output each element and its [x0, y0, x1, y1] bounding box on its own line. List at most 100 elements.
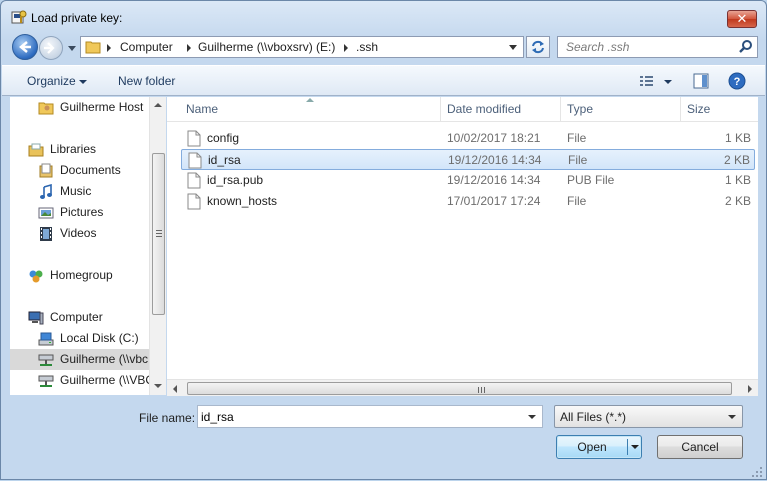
navigation-pane: Guilherme Host Libraries Documents Music…: [10, 97, 165, 395]
file-date: 17/01/2017 17:24: [447, 194, 541, 208]
view-options-dropdown-icon[interactable]: [664, 80, 672, 84]
scrollbar-thumb[interactable]: [187, 382, 732, 395]
cancel-button[interactable]: Cancel: [657, 435, 743, 459]
breadcrumb-separator-icon[interactable]: [344, 44, 348, 52]
sidebar-item-label: Guilherme Host: [60, 100, 144, 114]
breadcrumb-ssh[interactable]: .ssh: [356, 40, 378, 54]
scroll-right-icon[interactable]: [748, 385, 752, 393]
sidebar-item-label: Guilherme (\\vbc: [60, 352, 149, 366]
scroll-down-icon[interactable]: [154, 384, 162, 388]
file-name-input[interactable]: [201, 408, 511, 425]
column-header-date[interactable]: Date modified: [447, 102, 521, 116]
sidebar-item-label: Guilherme (\\VBC: [60, 373, 155, 387]
column-header-size[interactable]: Size: [687, 102, 710, 116]
open-options-dropdown-icon[interactable]: [631, 445, 639, 449]
preview-pane-icon[interactable]: [692, 72, 710, 90]
sidebar-item-pictures[interactable]: Pictures: [38, 202, 164, 223]
file-icon: [187, 172, 201, 189]
putty-key-icon: [11, 10, 27, 24]
back-arrow-icon: [19, 41, 31, 53]
sidebar-item-music[interactable]: Music: [38, 181, 164, 202]
file-dialog-window: Load private key: ✕ Computer Guilherme (…: [0, 0, 767, 480]
sidebar-item-label: Homegroup: [50, 268, 113, 282]
sidebar-item-computer[interactable]: Computer: [28, 307, 164, 328]
column-header-row: Name Date modified Type Size: [167, 97, 758, 122]
sidebar-item-network-drive-selected[interactable]: Guilherme (\\vbc: [10, 349, 158, 370]
refresh-icon: [532, 40, 544, 54]
sidebar-item-homegroup[interactable]: Homegroup: [28, 265, 164, 286]
search-input[interactable]: Search .ssh: [566, 40, 629, 54]
search-box[interactable]: Search .ssh: [557, 36, 758, 58]
column-divider[interactable]: [680, 97, 681, 122]
breadcrumb-drive[interactable]: Guilherme (\\vboxsrv) (E:): [198, 40, 335, 54]
documents-icon: [39, 163, 53, 178]
libraries-icon: [28, 143, 44, 157]
column-header-type[interactable]: Type: [567, 102, 593, 116]
homegroup-icon: [29, 270, 43, 283]
organize-dropdown-icon[interactable]: [79, 80, 87, 84]
sidebar-item-guilherme-host[interactable]: Guilherme Host: [38, 97, 164, 118]
sidebar-item-local-disk[interactable]: Local Disk (C:): [38, 328, 164, 349]
breadcrumb-separator-icon[interactable]: [107, 44, 111, 52]
file-list-horizontal-scrollbar[interactable]: [167, 379, 758, 396]
column-header-name[interactable]: Name: [186, 102, 218, 116]
grip-icon: [156, 230, 162, 237]
forward-button[interactable]: [39, 36, 63, 60]
music-icon: [40, 184, 52, 199]
file-row[interactable]: known_hosts 17/01/2017 17:24 File 2 KB: [181, 191, 755, 212]
file-type: File: [568, 153, 588, 167]
new-folder-button[interactable]: New folder: [118, 74, 175, 88]
file-name-combobox[interactable]: [197, 405, 543, 428]
sidebar-item-documents[interactable]: Documents: [38, 160, 164, 181]
sidebar-scrollbar[interactable]: [149, 97, 166, 395]
search-icon[interactable]: [738, 39, 754, 55]
file-type-filter-select[interactable]: All Files (*.*): [554, 405, 743, 428]
scroll-left-icon[interactable]: [173, 385, 177, 393]
title-bar: Load private key: ✕: [1, 1, 766, 31]
file-type: File: [567, 194, 587, 208]
sidebar-item-videos[interactable]: Videos: [38, 223, 164, 244]
address-bar[interactable]: Computer Guilherme (\\vboxsrv) (E:) .ssh: [80, 36, 524, 58]
open-button-label: Open: [577, 440, 607, 454]
breadcrumb-separator-icon[interactable]: [187, 44, 191, 52]
recent-pages-dropdown-icon[interactable]: [68, 44, 76, 52]
file-row[interactable]: id_rsa.pub 19/12/2016 14:34 PUB File 1 K…: [181, 170, 755, 191]
folder-icon: [85, 41, 101, 54]
file-size: 1 KB: [724, 131, 751, 145]
file-size: 1 KB: [724, 173, 751, 187]
file-name-label: File name:: [139, 411, 196, 425]
column-divider[interactable]: [560, 97, 561, 122]
file-name-dropdown-icon[interactable]: [528, 415, 536, 419]
grip-icon: [478, 387, 485, 393]
user-folder-icon: [38, 102, 54, 115]
file-name: config: [207, 131, 240, 145]
close-button[interactable]: ✕: [727, 10, 757, 28]
address-dropdown-icon[interactable]: [509, 45, 517, 50]
change-view-icon[interactable]: [638, 72, 656, 90]
file-size: 2 KB: [724, 194, 751, 208]
sidebar-item-libraries[interactable]: Libraries: [28, 139, 164, 160]
sidebar-item-label: Documents: [60, 163, 121, 177]
organize-menu[interactable]: Organize: [27, 74, 76, 88]
file-list-pane: Name Date modified Type Size config 10/0…: [167, 97, 758, 395]
forward-arrow-icon: [44, 42, 55, 54]
sort-ascending-icon: [306, 98, 314, 102]
file-icon: [188, 152, 202, 169]
filter-dropdown-icon[interactable]: [728, 415, 736, 419]
scrollbar-thumb[interactable]: [152, 153, 165, 315]
file-row-selected[interactable]: id_rsa 19/12/2016 14:34 File 2 KB: [181, 149, 755, 170]
help-icon[interactable]: ?: [728, 72, 746, 90]
file-type: PUB File: [567, 173, 615, 187]
file-name: known_hosts: [207, 194, 278, 208]
scroll-up-icon[interactable]: [154, 103, 162, 107]
breadcrumb-computer[interactable]: Computer: [120, 40, 173, 54]
file-row[interactable]: config 10/02/2017 18:21 File 1 KB: [181, 128, 755, 149]
sidebar-item-network-drive[interactable]: Guilherme (\\VBC: [38, 370, 164, 391]
back-button[interactable]: [12, 34, 38, 60]
open-button[interactable]: Open: [556, 435, 642, 459]
refresh-button[interactable]: [526, 36, 550, 58]
svg-text:?: ?: [734, 76, 741, 88]
resize-grip-icon[interactable]: [751, 466, 763, 478]
window-title: Load private key:: [31, 11, 123, 25]
column-divider[interactable]: [440, 97, 441, 122]
